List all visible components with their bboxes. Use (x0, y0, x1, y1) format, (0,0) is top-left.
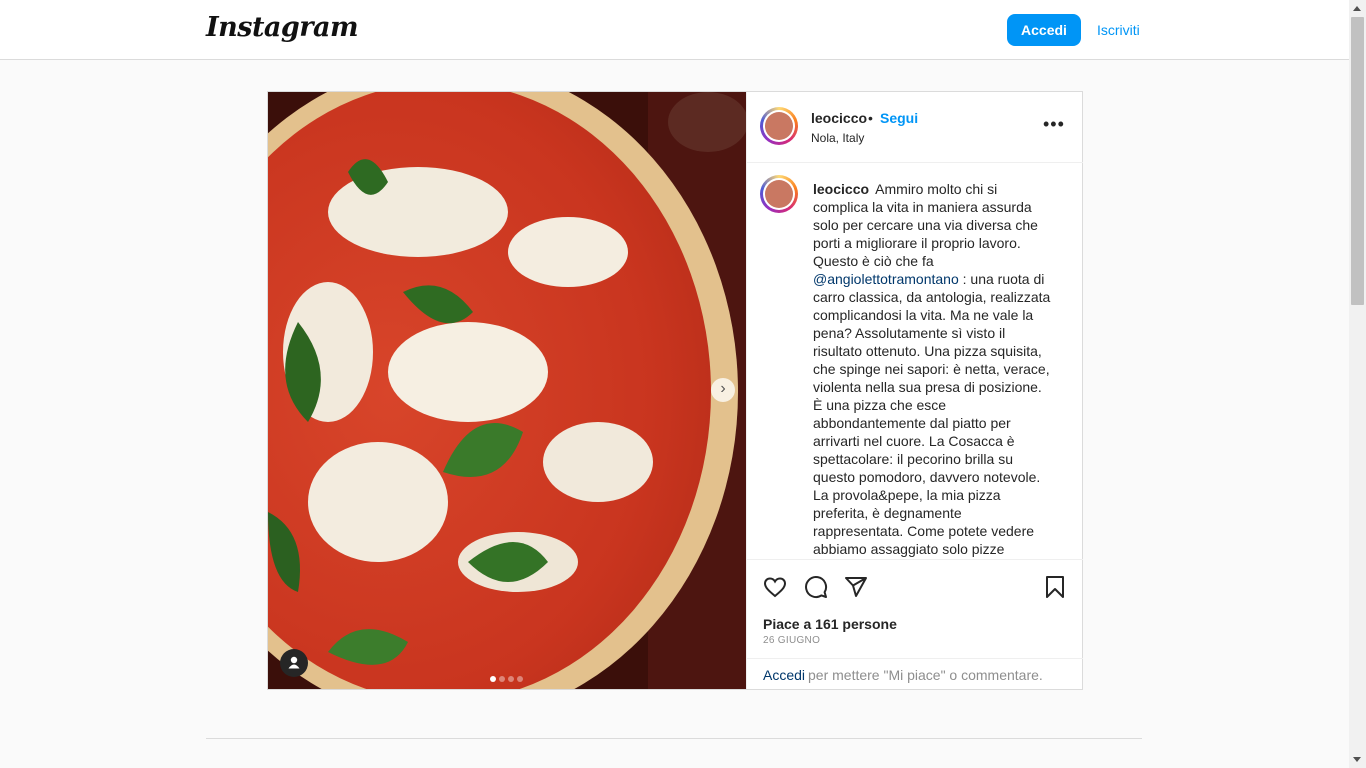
login-prompt: Accedi per mettere "Mi piace" o commenta… (747, 658, 1083, 690)
caption-username[interactable]: leocicco (813, 181, 869, 197)
footer-divider (206, 738, 1142, 739)
avatar[interactable] (760, 107, 798, 145)
more-options-icon[interactable]: ••• (1043, 114, 1065, 135)
post-author-username[interactable]: leocicco (811, 110, 867, 126)
top-navbar: Instagram Accedi Iscriviti (0, 0, 1349, 60)
follow-button[interactable]: Segui (880, 110, 918, 126)
instagram-logo[interactable]: Instagram (206, 12, 359, 43)
login-prompt-text: per mettere "Mi piace" o commentare. (808, 667, 1043, 683)
share-icon[interactable] (844, 575, 868, 599)
bookmark-icon[interactable] (1043, 575, 1067, 599)
chevron-right-icon: › (720, 380, 726, 397)
post-card: › leocicco • Segui Nola, Italy ••• leoci… (267, 91, 1083, 690)
caption-avatar[interactable] (760, 175, 798, 213)
carousel-dot (508, 676, 514, 682)
post-image[interactable]: › (268, 92, 746, 689)
scroll-up-arrow-icon[interactable] (1353, 6, 1361, 11)
scroll-down-arrow-icon[interactable] (1353, 757, 1361, 762)
post-sidebar: leocicco • Segui Nola, Italy ••• leocicc… (746, 92, 1083, 689)
scroll-thumb[interactable] (1351, 17, 1364, 305)
post-caption: leocicco Ammiro molto chi si complica la… (813, 180, 1055, 558)
post-location[interactable]: Nola, Italy (811, 131, 864, 145)
post-header: leocicco • Segui Nola, Italy ••• (747, 92, 1083, 163)
carousel-indicator (490, 669, 526, 687)
user-tag-icon (288, 656, 300, 669)
user-tag-button[interactable] (280, 649, 308, 677)
carousel-dot (490, 676, 496, 682)
heart-icon[interactable] (763, 575, 787, 599)
comment-icon[interactable] (804, 575, 828, 599)
caption-scroll-area[interactable]: leocicco Ammiro molto chi si complica la… (747, 163, 1083, 558)
signup-link[interactable]: Iscriviti (1097, 22, 1140, 38)
separator-dot: • (868, 110, 873, 126)
login-prompt-link[interactable]: Accedi (763, 667, 805, 683)
carousel-dot (499, 676, 505, 682)
pizza-photo (268, 92, 746, 689)
post-actions: Piace a 161 persone 26 GIUGNO (747, 559, 1083, 660)
login-button[interactable]: Accedi (1007, 14, 1081, 46)
carousel-next-button[interactable]: › (711, 378, 735, 402)
mention-link[interactable]: @angiolettotramontano (813, 271, 959, 287)
likes-count[interactable]: Piace a 161 persone (763, 616, 897, 632)
post-date[interactable]: 26 GIUGNO (763, 635, 820, 646)
carousel-dot (517, 676, 523, 682)
caption-text-part2: : una ruota di carro classica, da antolo… (813, 271, 1051, 557)
